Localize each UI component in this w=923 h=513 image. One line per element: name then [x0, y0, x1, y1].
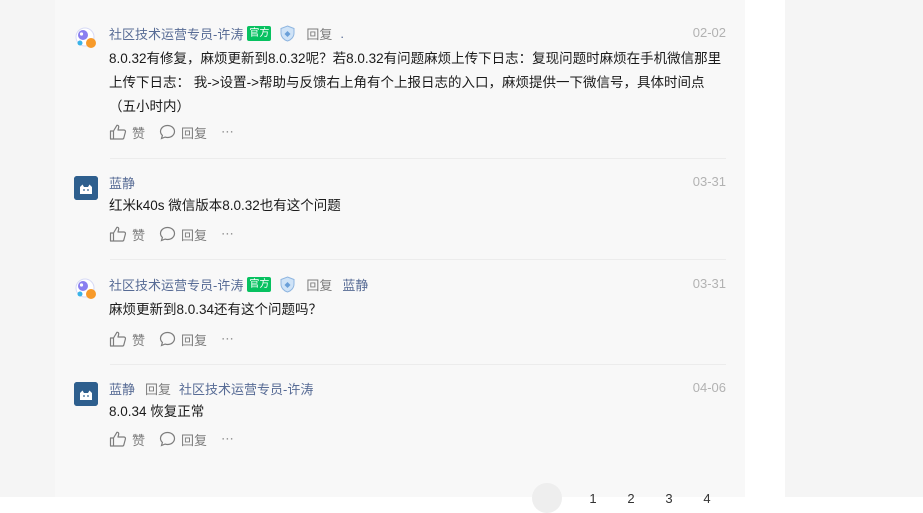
thumb-up-icon	[109, 331, 127, 347]
like-label: 赞	[132, 125, 146, 141]
comment-actions: 赞 回复 ⋯	[109, 430, 235, 448]
comment-date: 04-06	[692, 380, 726, 395]
more-icon[interactable]: ⋯	[221, 331, 235, 347]
page-number[interactable]: 1	[586, 491, 600, 506]
comment-text: 红米k40s 微信版本8.0.32也有这个问题	[109, 198, 341, 213]
official-avatar-icon	[75, 27, 96, 48]
author-name[interactable]: 蓝静	[109, 173, 135, 192]
official-badge: 官方	[247, 25, 272, 41]
divider	[110, 364, 726, 365]
like-button[interactable]: 赞	[109, 123, 145, 142]
divider	[110, 259, 726, 260]
reply-target[interactable]: .	[340, 26, 344, 41]
comment-date: 03-31	[692, 276, 726, 291]
reply-action-label: 回复	[181, 432, 208, 448]
more-icon[interactable]: ⋯	[221, 226, 235, 242]
comment-item: 蓝静 03-31 红米k40s 微信版本8.0.32也有这个问题 赞 回复 ⋯	[74, 172, 726, 252]
comment-icon	[159, 226, 176, 242]
reply-label: 回复	[145, 381, 172, 397]
reply-target[interactable]: 社区技术运营专员-许涛	[179, 379, 313, 398]
author-name[interactable]: 蓝静	[109, 379, 135, 398]
comment-item: 蓝静 回复 社区技术运营专员-许涛 04-06 8.0.34 恢复正常 赞 回复…	[74, 378, 726, 458]
like-label: 赞	[132, 432, 146, 448]
like-button[interactable]: 赞	[109, 430, 145, 449]
cat-avatar-icon	[74, 382, 98, 406]
comment-thread: 社区技术运营专员-许涛 官方 回复 . 02-02 8.0.32有修复，麻烦更新…	[55, 0, 745, 497]
reply-button[interactable]: 回复	[159, 430, 207, 449]
comment-actions: 赞 回复 ⋯	[109, 330, 235, 348]
prev-page-button[interactable]	[532, 483, 562, 513]
like-button[interactable]: 赞	[109, 225, 145, 244]
page-number[interactable]: 2	[624, 491, 638, 506]
comment-header: 蓝静 回复 社区技术运营专员-许涛	[109, 378, 313, 398]
reply-action-label: 回复	[181, 125, 208, 141]
more-icon[interactable]: ⋯	[221, 124, 235, 140]
comment-date: 02-02	[692, 25, 726, 40]
left-gutter	[0, 0, 55, 497]
reply-action-label: 回复	[181, 332, 208, 348]
reply-target[interactable]: 蓝静	[342, 275, 368, 294]
comment-header: 社区技术运营专员-许涛 官方 回复 蓝静	[109, 274, 368, 294]
pagination: 1 2 3 4	[532, 483, 738, 513]
right-gutter	[785, 0, 923, 497]
comment-date: 03-31	[692, 174, 726, 189]
comment-icon	[159, 124, 176, 140]
comment-header: 蓝静	[109, 172, 135, 192]
comment-header: 社区技术运营专员-许涛 官方 回复 .	[109, 23, 344, 43]
reply-button[interactable]: 回复	[159, 225, 207, 244]
avatar[interactable]	[74, 277, 98, 301]
reply-button[interactable]: 回复	[159, 123, 207, 142]
reply-action-label: 回复	[181, 227, 208, 243]
thumb-up-icon	[109, 226, 127, 242]
reply-label: 回复	[306, 277, 333, 293]
comment-item: 社区技术运营专员-许涛 官方 回复 . 02-02 8.0.32有修复，麻烦更新…	[74, 23, 726, 143]
shield-icon	[279, 24, 296, 42]
comment-text: 8.0.32有修复，麻烦更新到8.0.32呢？若8.0.32有问题麻烦上传下日志…	[109, 51, 722, 114]
reply-button[interactable]: 回复	[159, 330, 207, 349]
thumb-up-icon	[109, 124, 127, 140]
comment-actions: 赞 回复 ⋯	[109, 123, 235, 141]
official-badge: 官方	[247, 276, 272, 292]
shield-icon	[279, 275, 296, 293]
page-number[interactable]: 4	[700, 491, 714, 506]
author-name[interactable]: 社区技术运营专员-许涛	[109, 275, 243, 294]
reply-label: 回复	[306, 26, 333, 42]
like-label: 赞	[132, 332, 146, 348]
thumb-up-icon	[109, 431, 127, 447]
like-button[interactable]: 赞	[109, 330, 145, 349]
like-label: 赞	[132, 227, 146, 243]
avatar[interactable]	[74, 382, 98, 406]
comment-text: 麻烦更新到8.0.34还有这个问题吗？	[109, 302, 323, 317]
page-number[interactable]: 3	[662, 491, 676, 506]
cat-avatar-icon	[74, 176, 98, 200]
comment-text: 8.0.34 恢复正常	[109, 404, 205, 419]
more-icon[interactable]: ⋯	[221, 431, 235, 447]
comment-actions: 赞 回复 ⋯	[109, 225, 235, 243]
comment-icon	[159, 431, 176, 447]
avatar[interactable]	[74, 176, 98, 200]
official-avatar-icon	[75, 278, 96, 299]
divider	[110, 158, 726, 159]
author-name[interactable]: 社区技术运营专员-许涛	[109, 24, 243, 43]
avatar[interactable]	[74, 26, 98, 50]
comment-item: 社区技术运营专员-许涛 官方 回复 蓝静 03-31 麻烦更新到8.0.34还有…	[74, 274, 726, 354]
comment-icon	[159, 331, 176, 347]
